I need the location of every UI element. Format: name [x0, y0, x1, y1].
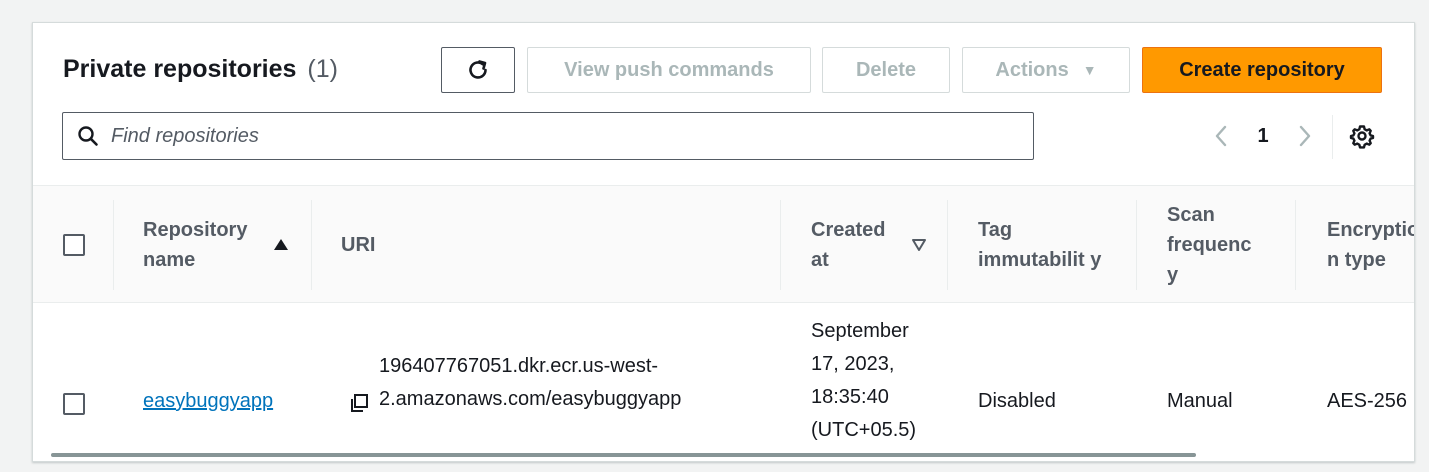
caret-down-icon: ▼ — [1082, 62, 1097, 78]
encryption-type-cell: AES-256 — [1327, 390, 1408, 412]
created-at-cell: September 17, 2023, 18:35:40 (UTC+05.5) — [811, 320, 917, 441]
refresh-button[interactable] — [441, 47, 515, 93]
column-header-repository-name[interactable]: Repository name — [143, 200, 263, 290]
actions-dropdown[interactable]: Actions ▼ — [962, 47, 1130, 93]
title-text: Private repositories — [63, 55, 297, 83]
column-header-created-at[interactable]: Created at — [811, 200, 901, 290]
previous-page-button[interactable] — [1209, 121, 1233, 151]
chevron-left-icon — [1215, 125, 1227, 147]
sort-descending-icon[interactable] — [911, 238, 927, 252]
column-separator — [1136, 200, 1137, 290]
select-all-checkbox[interactable] — [63, 234, 85, 256]
uri-cell: 196407767051.dkr.ecr.us-west-2.amazonaws… — [379, 355, 682, 410]
next-page-button[interactable] — [1293, 121, 1317, 151]
pager-divider — [1332, 115, 1333, 159]
horizontal-scrollbar[interactable] — [51, 453, 1196, 457]
table-row: easybuggyapp 196407767051.dkr.ecr.us-wes… — [33, 303, 1414, 461]
row-select-checkbox[interactable] — [63, 393, 85, 415]
repository-name-cell: easybuggyapp — [143, 385, 273, 418]
search-box[interactable] — [62, 112, 1034, 160]
column-separator — [947, 200, 948, 290]
actions-label: Actions — [995, 58, 1069, 81]
sort-ascending-icon[interactable] — [273, 238, 289, 252]
chevron-right-icon — [1299, 125, 1311, 147]
tag-immutability-cell: Disabled — [978, 390, 1056, 412]
table-header: Repository name URI Created at Tag immut… — [33, 185, 1414, 303]
search-icon — [78, 126, 98, 146]
current-page-number[interactable]: 1 — [1251, 121, 1275, 151]
repositories-panel: Private repositories (1) View push comma… — [32, 22, 1415, 462]
column-separator — [113, 200, 114, 290]
create-repository-button[interactable]: Create repository — [1142, 47, 1382, 93]
view-push-commands-button[interactable]: View push commands — [527, 47, 811, 93]
copy-icon[interactable] — [349, 393, 369, 413]
gear-icon — [1349, 125, 1375, 149]
repository-count: (1) — [307, 55, 338, 83]
preferences-button[interactable] — [1347, 121, 1377, 151]
refresh-icon — [469, 60, 487, 79]
delete-button[interactable]: Delete — [822, 47, 950, 93]
page-title: Private repositories (1) — [63, 55, 338, 84]
column-header-encryption-type: Encryptio n type — [1327, 219, 1415, 271]
repository-link[interactable]: easybuggyapp — [143, 390, 273, 412]
column-separator — [780, 200, 781, 290]
column-header-scan-frequency: Scan frequenc y — [1167, 204, 1252, 286]
column-separator — [1295, 200, 1296, 290]
column-header-tag-immutability: Tag immutabilit y — [978, 219, 1102, 271]
column-separator — [311, 200, 312, 290]
column-header-uri: URI — [341, 234, 376, 256]
scan-frequency-cell: Manual — [1167, 390, 1233, 412]
search-input[interactable] — [109, 123, 973, 149]
